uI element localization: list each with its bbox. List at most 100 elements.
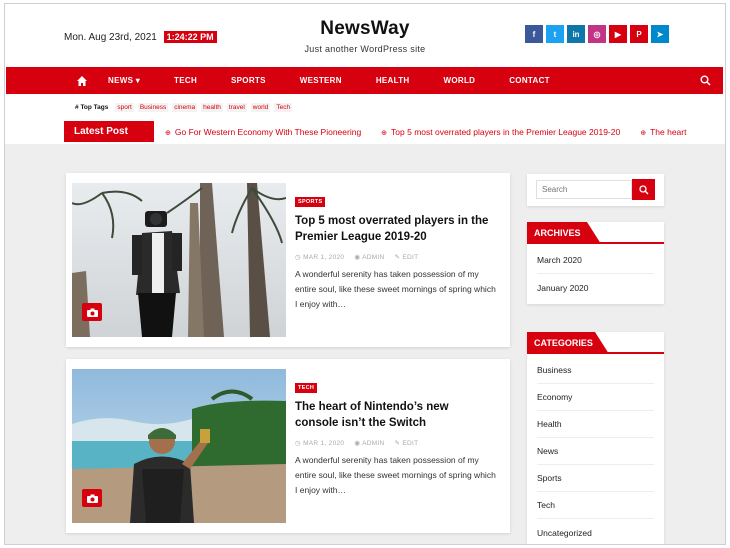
post-author-text: ADMIN <box>362 440 385 447</box>
search-icon <box>638 184 648 194</box>
linkedin-icon[interactable]: in <box>567 25 585 43</box>
site-branding: NewsWay Just another WordPress site <box>265 18 465 54</box>
nav-item-world[interactable]: WORLD <box>444 76 476 85</box>
tag-link[interactable]: sport <box>115 103 134 112</box>
page-frame: Mon. Aug 23rd, 2021 1:24:22 PM NewsWay J… <box>4 3 726 545</box>
camera-icon <box>82 303 102 321</box>
instagram-icon[interactable]: ◎ <box>588 25 606 43</box>
youtube-icon[interactable]: ▶ <box>609 25 627 43</box>
main-navigation: NEWS ▾ TECH SPORTS WESTERN HEALTH WORLD CONTAC… <box>6 67 723 94</box>
post-edit-text: EDIT <box>402 440 419 447</box>
archive-link[interactable]: January 2020 <box>537 274 654 301</box>
tag-link[interactable]: Tech <box>274 103 293 112</box>
user-icon: ◉ <box>354 254 363 261</box>
home-icon[interactable] <box>76 75 88 87</box>
top-tags: # Top Tags sport Business cinema health trav… <box>75 103 293 112</box>
post-meta: ◷ MAR 1, 2020 ◉ ADMIN ✎ EDIT <box>295 253 418 261</box>
ticker-bullet-icon: ⊕ <box>381 130 388 137</box>
clock-icon: ◷ <box>295 440 304 447</box>
hashtag-icon: # <box>75 104 79 111</box>
twitter-icon[interactable]: t <box>546 25 564 43</box>
nav-item-western[interactable]: WESTERN <box>300 76 342 85</box>
nav-item-sports[interactable]: SPORTS <box>231 76 266 85</box>
post-date-text: MAR 1, 2020 <box>303 440 345 447</box>
top-tags-title: # Top Tags <box>75 104 108 111</box>
latest-post-bar: Latest Post ⊕ Go For Western Economy With… <box>5 120 725 144</box>
ticker-bullet-icon: ⊕ <box>640 130 647 137</box>
search-button[interactable] <box>632 179 655 200</box>
widget-title-arrow <box>587 222 601 244</box>
post-date[interactable]: ◷ MAR 1, 2020 <box>295 439 344 447</box>
current-time: 1:24:22 PM <box>163 31 217 43</box>
social-links: f t in ◎ ▶ P ➤ <box>525 25 669 43</box>
post-image[interactable] <box>72 183 286 337</box>
search-input[interactable] <box>536 180 632 199</box>
user-icon: ◉ <box>354 440 363 447</box>
post-edit[interactable]: ✎ EDIT <box>395 253 419 261</box>
post-date[interactable]: ◷ MAR 1, 2020 <box>295 253 344 261</box>
ticker-bullet-icon: ⊕ <box>165 130 171 137</box>
widget-title-arrow <box>595 332 609 354</box>
ticker-item[interactable]: ⊕ Go For Western Economy With These Pione… <box>165 127 361 137</box>
date-display: Mon. Aug 23rd, 2021 1:24:22 PM <box>64 31 217 43</box>
category-badge[interactable]: TECH <box>295 383 318 393</box>
ticker-item-text: Top 5 most overrated players in the Prem… <box>391 127 621 137</box>
tag-link[interactable]: travel <box>226 103 247 112</box>
archive-link[interactable]: March 2020 <box>537 247 654 274</box>
tag-link[interactable]: Business <box>137 103 169 112</box>
camera-icon <box>82 489 102 507</box>
ticker-item[interactable]: ⊕ Top 5 most overrated players in the Pre… <box>381 127 620 137</box>
post-image[interactable] <box>72 369 286 523</box>
ticker-item[interactable]: ⊕ The heart <box>640 127 686 137</box>
category-link[interactable]: Economy <box>537 384 654 411</box>
site-title[interactable]: NewsWay <box>265 18 465 40</box>
nav-item-health[interactable]: HEALTH <box>376 76 410 85</box>
post-title[interactable]: The heart of Nintendo’s new console isn’… <box>295 399 495 431</box>
categories-title: CATEGORIES <box>527 332 595 354</box>
widget-header: CATEGORIES <box>527 332 664 354</box>
category-link[interactable]: Tech <box>537 492 654 519</box>
category-badge[interactable]: SPORTS <box>295 197 326 207</box>
post-author[interactable]: ◉ ADMIN <box>354 439 384 447</box>
post-author[interactable]: ◉ ADMIN <box>354 253 384 261</box>
tag-link[interactable]: health <box>201 103 223 112</box>
nav-item-contact[interactable]: CONTACT <box>509 76 550 85</box>
categories-list: Business Economy Health News Sports Tech Uncat… <box>527 354 664 544</box>
tag-link[interactable]: cinema <box>172 103 198 112</box>
category-link[interactable]: News <box>537 438 654 465</box>
latest-post-label: Latest Post <box>64 121 154 142</box>
search-icon[interactable] <box>700 75 711 86</box>
facebook-icon[interactable]: f <box>525 25 543 43</box>
categories-widget: CATEGORIES Business Economy Health News Spor… <box>527 332 664 544</box>
nav-menu: NEWS ▾ TECH SPORTS WESTERN HEALTH WORLD CONTAC… <box>76 67 584 94</box>
archives-widget: ARCHIVES March 2020 January 2020 <box>527 222 664 304</box>
category-link[interactable]: Health <box>537 411 654 438</box>
post-card: TECH The heart of Nintendo’s new console… <box>66 359 510 533</box>
nav-item-news[interactable]: NEWS ▾ <box>108 76 140 85</box>
post-author-text: ADMIN <box>362 254 385 261</box>
category-link[interactable]: Sports <box>537 465 654 492</box>
post-edit[interactable]: ✎ EDIT <box>395 439 419 447</box>
pinterest-icon[interactable]: P <box>630 25 648 43</box>
tag-link[interactable]: world <box>250 103 271 112</box>
archives-title: ARCHIVES <box>527 222 587 244</box>
latest-post-ticker: ⊕ Go For Western Economy With These Pione… <box>165 127 686 137</box>
post-excerpt: A wonderful serenity has taken possessio… <box>295 269 496 309</box>
ticker-item-text: The heart <box>650 127 687 137</box>
post-date-text: MAR 1, 2020 <box>303 254 345 261</box>
telegram-icon[interactable]: ➤ <box>651 25 669 43</box>
sidebar-search <box>527 174 664 206</box>
post-meta: ◷ MAR 1, 2020 ◉ ADMIN ✎ EDIT <box>295 439 418 447</box>
widget-header: ARCHIVES <box>527 222 664 244</box>
category-link[interactable]: Uncategorized <box>537 519 654 544</box>
clock-icon: ◷ <box>295 254 304 261</box>
nav-item-tech[interactable]: TECH <box>174 76 197 85</box>
main-content: SPORTS Top 5 most overrated players in t… <box>5 144 725 544</box>
top-tags-label: Top Tags <box>80 104 109 111</box>
current-date: Mon. Aug 23rd, 2021 <box>64 32 157 43</box>
site-tagline: Just another WordPress site <box>304 44 426 54</box>
category-link[interactable]: Business <box>537 357 654 384</box>
site-header: Mon. Aug 23rd, 2021 1:24:22 PM NewsWay J… <box>5 4 725 67</box>
post-card: SPORTS Top 5 most overrated players in t… <box>66 173 510 347</box>
post-title[interactable]: Top 5 most overrated players in the Prem… <box>295 213 495 245</box>
